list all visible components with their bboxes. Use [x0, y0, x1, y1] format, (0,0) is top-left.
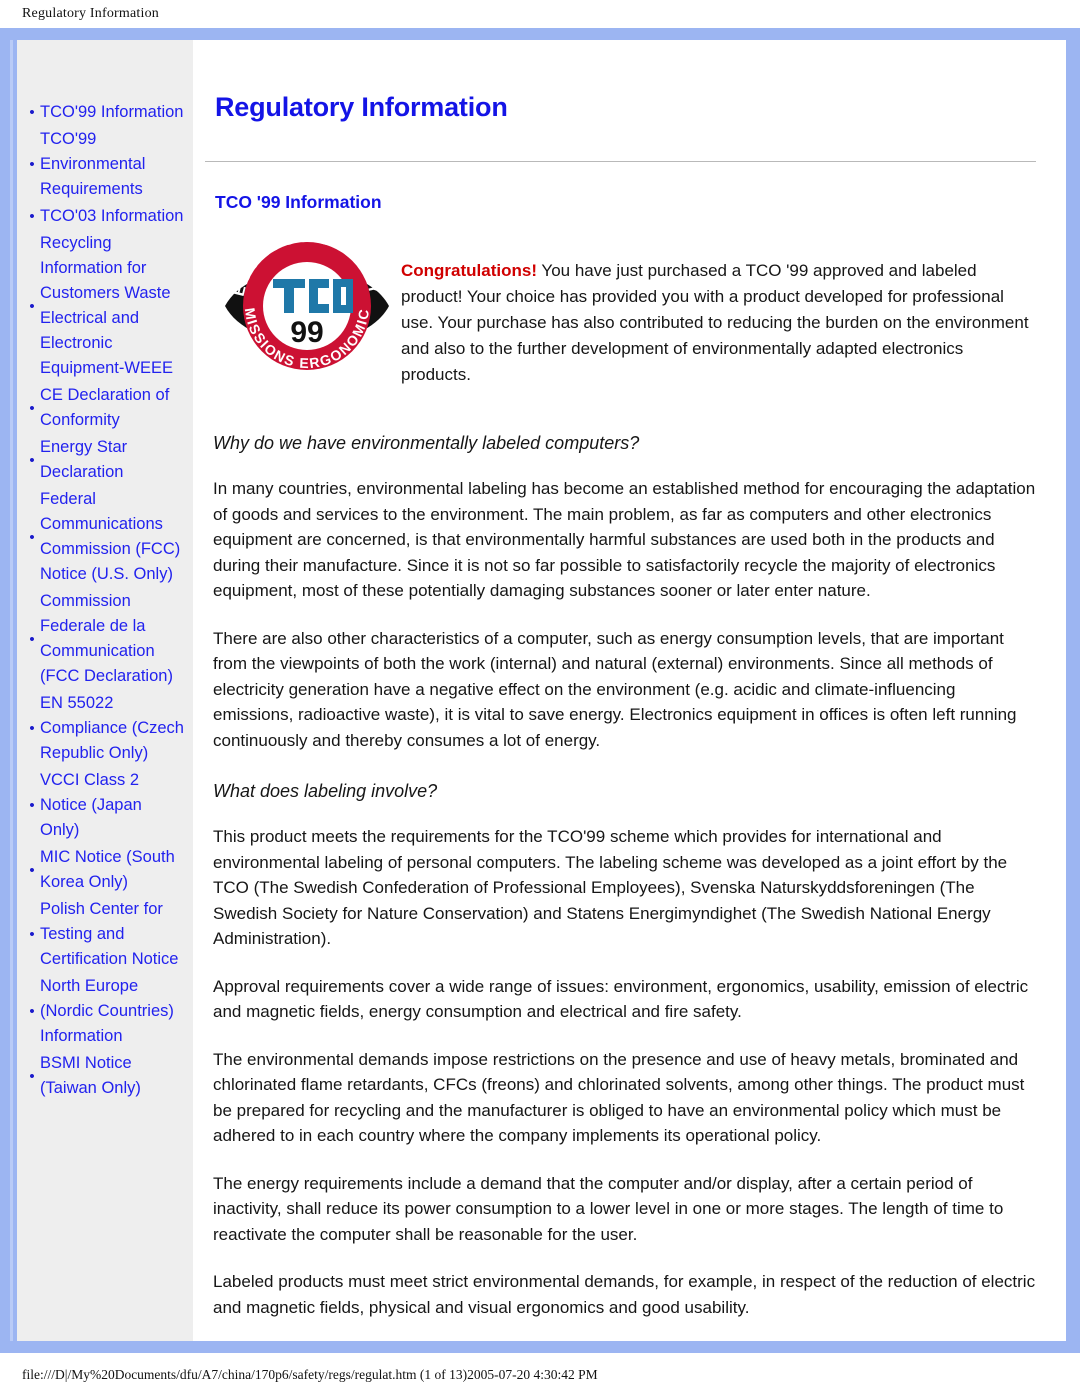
sidebar-item-vcci-class2-japan[interactable]: • VCCI Class 2 Notice (Japan Only)	[23, 768, 185, 843]
bullet-icon: •	[29, 104, 35, 121]
sidebar-navigation: • TCO'99 Information • TCO'99 Environmen…	[17, 40, 193, 1341]
bullet-icon: •	[29, 451, 35, 469]
sidebar-item-bsmi-notice-taiwan[interactable]: • BSMI Notice (Taiwan Only)	[23, 1051, 185, 1101]
sidebar-item-commission-federale-fcc-declaration[interactable]: • Commission Federale de la Communicatio…	[23, 589, 185, 689]
bullet-icon: •	[29, 1003, 35, 1020]
section-heading-tco99: TCO '99 Information	[215, 192, 382, 212]
subheading-why-labeled-computers: Why do we have environmentally labeled c…	[213, 433, 640, 453]
bullet-icon: •	[29, 297, 35, 315]
sidebar-item-label[interactable]: TCO'03 Information	[40, 204, 183, 229]
intro-block: ECOLOGY ENERGY EMISSIONS ERGONOMICS	[205, 237, 1036, 405]
sidebar-item-label[interactable]: EN 55022 Compliance (Czech Republic Only…	[40, 691, 185, 766]
sidebar-item-energy-star-declaration[interactable]: • Energy Star Declaration	[23, 435, 185, 485]
bullet-icon: •	[29, 1067, 35, 1085]
bullet-icon: •	[29, 528, 35, 546]
status-bar: file:///D|/My%20Documents/dfu/A7/china/1…	[0, 1353, 1080, 1397]
sidebar-item-label[interactable]: TCO'99 Information	[40, 100, 183, 125]
window-header: Regulatory Information	[0, 0, 1080, 28]
sidebar-item-label[interactable]: Polish Center for Testing and Certificat…	[40, 897, 185, 972]
bullet-icon: •	[29, 399, 35, 417]
tco-99-certification-logo: ECOLOGY ENERGY EMISSIONS ERGONOMICS	[221, 239, 393, 373]
sidebar-item-label[interactable]: CE Declaration of Conformity	[40, 383, 185, 433]
sidebar-item-polish-center-testing-certification[interactable]: • Polish Center for Testing and Certific…	[23, 897, 185, 972]
bullet-icon: •	[29, 797, 35, 814]
sidebar-item-label[interactable]: VCCI Class 2 Notice (Japan Only)	[40, 768, 185, 843]
sidebar-item-en55022-czech-republic[interactable]: • EN 55022 Compliance (Czech Republic On…	[23, 691, 185, 766]
logo-cell: ECOLOGY ENERGY EMISSIONS ERGONOMICS	[205, 237, 401, 373]
title-divider	[205, 161, 1036, 162]
sidebar-item-label[interactable]: BSMI Notice (Taiwan Only)	[40, 1051, 185, 1101]
bullet-icon: •	[29, 630, 35, 648]
sidebar-item-label[interactable]: Recycling Information for Customers Wast…	[40, 231, 185, 381]
status-bar-path: file:///D|/My%20Documents/dfu/A7/china/1…	[22, 1367, 598, 1382]
sidebar-item-ce-declaration-of-conformity[interactable]: • CE Declaration of Conformity	[23, 383, 185, 433]
paragraph: Labeled products must meet strict enviro…	[213, 1272, 1036, 1317]
window-title: Regulatory Information	[22, 6, 159, 21]
paragraph: Approval requirements cover a wide range…	[213, 976, 1029, 1022]
sidebar-item-label[interactable]: North Europe (Nordic Countries) Informat…	[40, 974, 185, 1049]
page-title: Regulatory Information	[215, 92, 508, 122]
sidebar-item-fcc-notice-us[interactable]: • Federal Communications Commission (FCC…	[23, 487, 185, 587]
bullet-icon: •	[29, 720, 35, 737]
paragraph: The environmental demands impose restric…	[213, 1049, 1025, 1146]
sidebar-item-label[interactable]: MIC Notice (South Korea Only)	[40, 845, 185, 895]
sidebar-item-tco99-environmental-requirements[interactable]: • TCO'99 Environmental Requirements	[23, 127, 185, 202]
paragraph: There are also other characteristics of …	[213, 628, 1017, 750]
paragraph: In many countries, environmental labelin…	[213, 479, 1036, 600]
bullet-icon: •	[29, 156, 35, 173]
bullet-icon: •	[29, 861, 35, 879]
paragraph: The energy requirements include a demand…	[213, 1173, 1004, 1244]
sidebar-item-tco03-information[interactable]: • TCO'03 Information	[23, 204, 185, 229]
subheading-what-does-labeling-involve: What does labeling involve?	[213, 781, 438, 801]
paragraph: This product meets the requirements for …	[213, 827, 1008, 948]
sidebar-item-label[interactable]: Energy Star Declaration	[40, 435, 185, 485]
sidebar-nav-list: • TCO'99 Information • TCO'99 Environmen…	[23, 100, 185, 1101]
main-content: Regulatory Information TCO '99 Informati…	[193, 40, 1066, 1341]
sidebar-item-label[interactable]: TCO'99 Environmental Requirements	[40, 127, 185, 202]
svg-text:99: 99	[290, 316, 323, 349]
frame-accent-stripe-left	[10, 40, 13, 1341]
sidebar-item-label[interactable]: Commission Federale de la Communication …	[40, 589, 185, 689]
page-body: • TCO'99 Information • TCO'99 Environmen…	[17, 40, 1066, 1341]
sidebar-item-recycling-information-weee[interactable]: • Recycling Information for Customers Wa…	[23, 231, 185, 381]
bullet-icon: •	[29, 926, 35, 943]
intro-paragraph: Congratulations! You have just purchased…	[401, 254, 1036, 388]
sidebar-item-tco99-information[interactable]: • TCO'99 Information	[23, 100, 185, 125]
page-frame: • TCO'99 Information • TCO'99 Environmen…	[0, 28, 1080, 1353]
sidebar-item-mic-notice-south-korea[interactable]: • MIC Notice (South Korea Only)	[23, 845, 185, 895]
bullet-icon: •	[29, 208, 35, 225]
congratulations-label: Congratulations!	[401, 261, 537, 280]
sidebar-item-north-europe-nordic[interactable]: • North Europe (Nordic Countries) Inform…	[23, 974, 185, 1049]
sidebar-item-label[interactable]: Federal Communications Commission (FCC) …	[40, 487, 185, 587]
